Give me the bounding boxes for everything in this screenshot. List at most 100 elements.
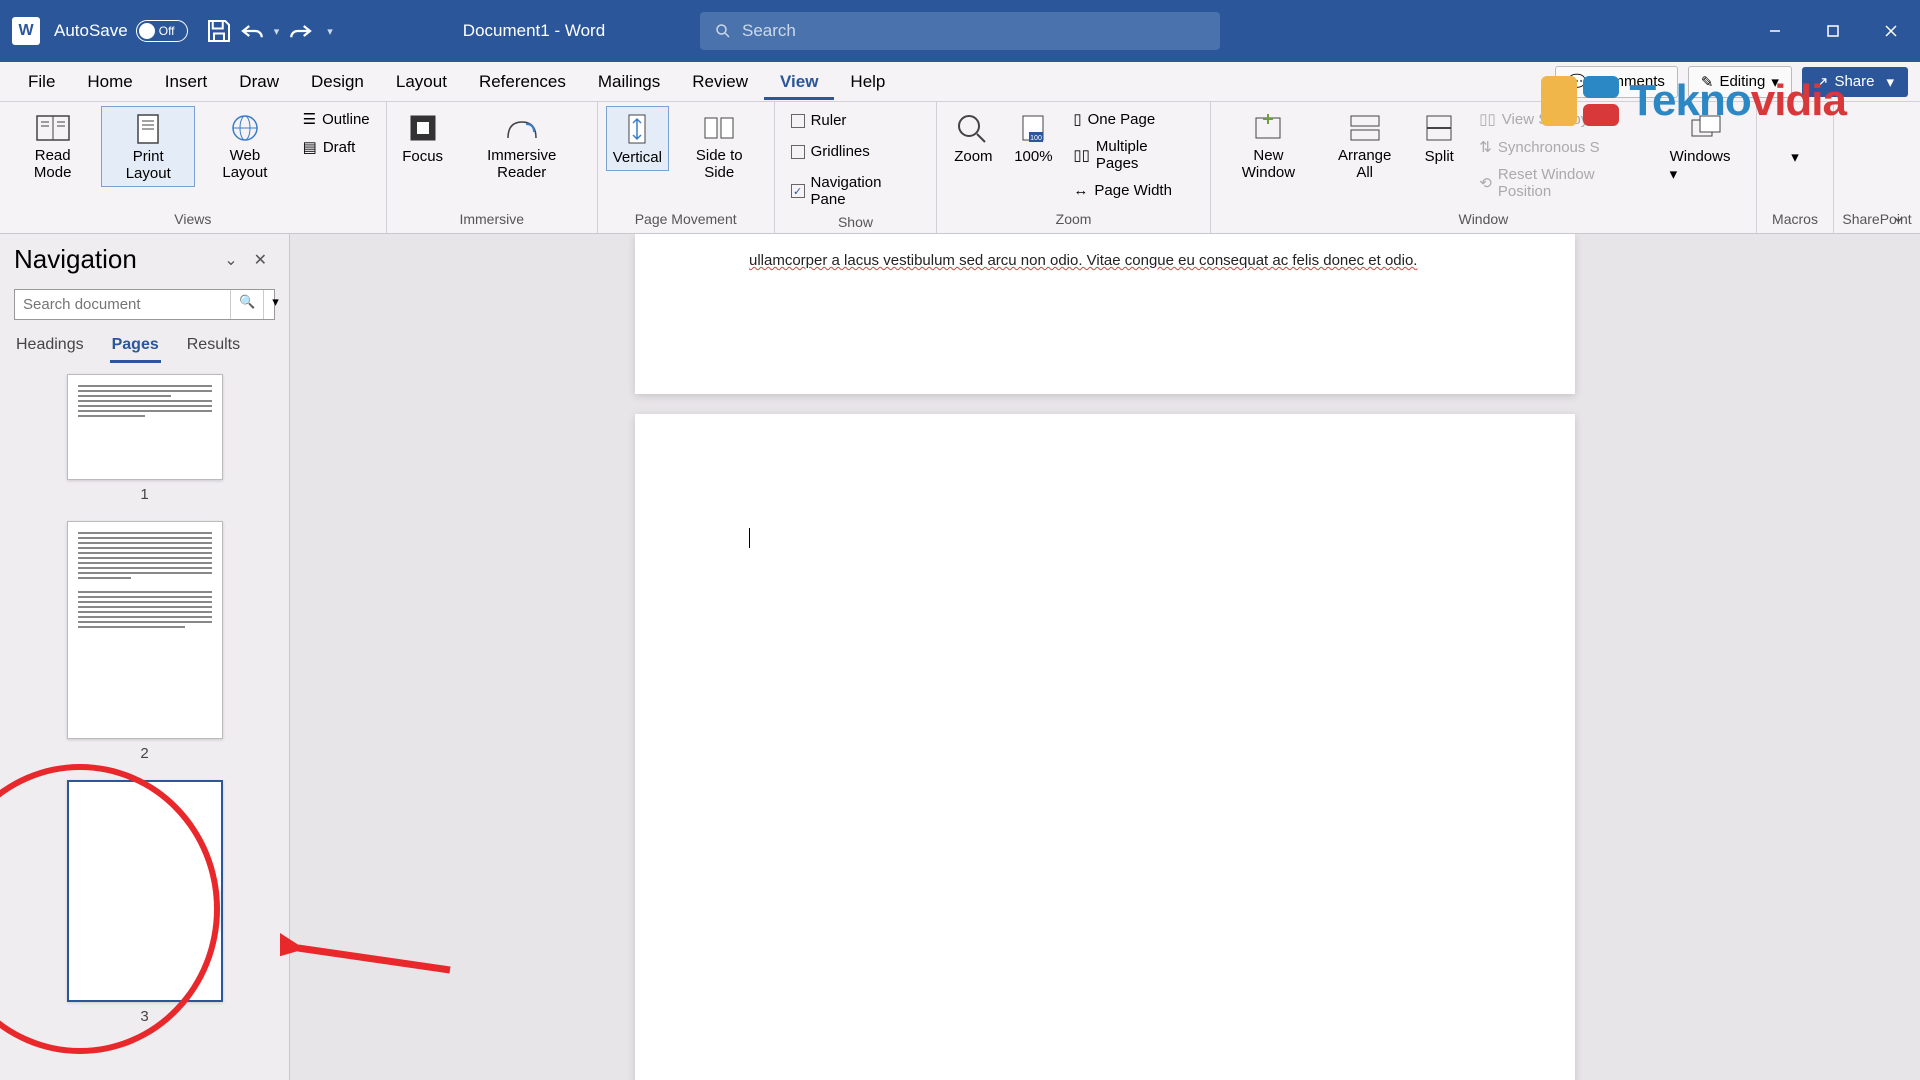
autosave-toggle[interactable]: Off [136, 20, 188, 42]
thumbnail-label: 2 [140, 745, 148, 762]
share-button[interactable]: ↗Share▾ [1802, 67, 1908, 97]
multiple-pages-icon: ▯▯ [1073, 146, 1090, 164]
menu-mailings[interactable]: Mailings [582, 64, 676, 100]
draft-icon: ▤ [303, 138, 317, 156]
navigation-search[interactable]: 🔍 ▾ [14, 289, 275, 320]
maximize-button[interactable] [1804, 11, 1862, 51]
ruler-checkbox[interactable]: Ruler [787, 110, 925, 131]
split-button[interactable]: Split [1411, 106, 1467, 169]
chevron-down-icon: ▾ [1886, 73, 1894, 91]
document-text: ullamcorper a lacus vestibulum sed arcu … [749, 234, 1461, 273]
menu-review[interactable]: Review [676, 64, 764, 100]
new-window-icon [1248, 110, 1288, 146]
navigation-search-input[interactable] [15, 290, 230, 319]
one-page-button[interactable]: ▯One Page [1069, 108, 1197, 130]
editing-button[interactable]: ✎Editing▾ [1688, 66, 1792, 98]
navigation-title: Navigation [14, 244, 216, 275]
print-layout-icon [128, 111, 168, 147]
switch-windows-button[interactable]: Windows ▾ [1664, 106, 1748, 187]
draft-button[interactable]: ▤Draft [299, 136, 374, 158]
menu-home[interactable]: Home [71, 64, 148, 100]
menu-draw[interactable]: Draw [223, 64, 295, 100]
checkbox-icon [791, 114, 805, 128]
menu-help[interactable]: Help [834, 64, 901, 100]
group-immersive-label: Immersive [395, 209, 589, 229]
save-icon[interactable] [204, 16, 234, 46]
new-window-button[interactable]: New Window [1219, 106, 1318, 185]
tab-pages[interactable]: Pages [110, 330, 161, 363]
menu-references[interactable]: References [463, 64, 582, 100]
share-icon: ↗ [1816, 73, 1829, 91]
thumbnail-page-3[interactable]: 3 [0, 780, 289, 1025]
thumbnail-page-2[interactable]: 2 [0, 521, 289, 762]
outline-button[interactable]: ☰Outline [299, 108, 374, 130]
print-layout-button[interactable]: Print Layout [101, 106, 195, 187]
switch-windows-icon [1686, 110, 1726, 146]
zoom-100-icon: 100 [1013, 110, 1053, 146]
navigation-dropdown-icon[interactable]: ⌄ [216, 246, 245, 274]
menu-design[interactable]: Design [295, 64, 380, 100]
sharepoint-button[interactable] [1842, 106, 1912, 152]
split-icon [1419, 110, 1459, 146]
thumbnails-list[interactable]: 1 2 3 [0, 364, 289, 1080]
menu-insert[interactable]: Insert [149, 64, 224, 100]
reset-icon: ⟲ [1479, 174, 1492, 192]
close-button[interactable] [1862, 11, 1920, 51]
tab-headings[interactable]: Headings [14, 330, 86, 363]
thumbnail-page-1[interactable]: 1 [0, 374, 289, 503]
macros-button[interactable]: ▾ [1765, 106, 1825, 170]
menu-layout[interactable]: Layout [380, 64, 463, 100]
menu-view[interactable]: View [764, 64, 834, 100]
group-page-movement-label: Page Movement [606, 209, 766, 229]
main-area: Navigation ⌄ ✕ 🔍 ▾ Headings Pages Result… [0, 234, 1920, 1080]
group-window-label: Window [1219, 209, 1748, 229]
document-area[interactable]: ullamcorper a lacus vestibulum sed arcu … [290, 234, 1920, 1080]
group-views: Read Mode Print Layout Web Layout ☰Outli… [0, 102, 387, 233]
comment-icon: 💬 [1568, 73, 1587, 91]
page-width-button[interactable]: ↔Page Width [1069, 180, 1197, 201]
group-sharepoint: SharePoint [1834, 102, 1920, 233]
one-page-icon: ▯ [1073, 110, 1081, 128]
tab-results[interactable]: Results [185, 330, 242, 363]
collapse-ribbon-icon[interactable]: ⌄ [1891, 206, 1906, 227]
arrange-all-button[interactable]: Arrange All [1322, 106, 1407, 185]
search-input[interactable] [742, 21, 1206, 41]
redo-icon[interactable] [285, 16, 315, 46]
search-box[interactable] [700, 12, 1220, 50]
navigation-search-dropdown-icon[interactable]: ▾ [263, 290, 287, 319]
read-mode-button[interactable]: Read Mode [8, 106, 97, 185]
undo-dropdown-icon[interactable]: ▾ [274, 25, 280, 38]
group-page-movement: Vertical Side to Side Page Movement [598, 102, 775, 233]
navigation-close-icon[interactable]: ✕ [246, 246, 275, 274]
autosave-knob [139, 23, 155, 39]
search-icon [714, 22, 732, 40]
document-page-current[interactable] [635, 414, 1575, 1080]
web-layout-icon [225, 110, 265, 146]
menu-file[interactable]: File [12, 64, 71, 100]
zoom-button[interactable]: Zoom [945, 106, 1001, 169]
focus-button[interactable]: Focus [395, 106, 451, 169]
group-immersive: Focus Immersive Reader Immersive [387, 102, 598, 233]
undo-icon[interactable] [238, 16, 268, 46]
thumbnail-label: 1 [140, 486, 148, 503]
window-controls [1746, 11, 1920, 51]
document-page-prev: ullamcorper a lacus vestibulum sed arcu … [635, 234, 1575, 394]
vertical-button[interactable]: Vertical [606, 106, 669, 171]
zoom-100-button[interactable]: 100 100% [1005, 106, 1061, 169]
side-to-side-button[interactable]: Side to Side [673, 106, 766, 185]
immersive-reader-button[interactable]: Immersive Reader [455, 106, 589, 185]
checkbox-icon [791, 145, 805, 159]
comments-button[interactable]: 💬Comments [1555, 66, 1678, 98]
web-layout-button[interactable]: Web Layout [199, 106, 291, 185]
word-app-icon: W [12, 17, 40, 45]
ribbon: Read Mode Print Layout Web Layout ☰Outli… [0, 102, 1920, 234]
reset-window-position-button: ⟲Reset Window Position [1475, 164, 1655, 202]
multiple-pages-button[interactable]: ▯▯Multiple Pages [1069, 136, 1197, 174]
gridlines-checkbox[interactable]: Gridlines [787, 141, 925, 162]
group-views-label: Views [8, 209, 378, 229]
navigation-pane-checkbox[interactable]: Navigation Pane [787, 172, 925, 210]
minimize-button[interactable] [1746, 11, 1804, 51]
qat-customize-icon[interactable]: ▾ [327, 25, 333, 38]
navigation-search-icon[interactable]: 🔍 [230, 290, 263, 319]
chevron-down-icon: ▾ [1771, 73, 1779, 91]
